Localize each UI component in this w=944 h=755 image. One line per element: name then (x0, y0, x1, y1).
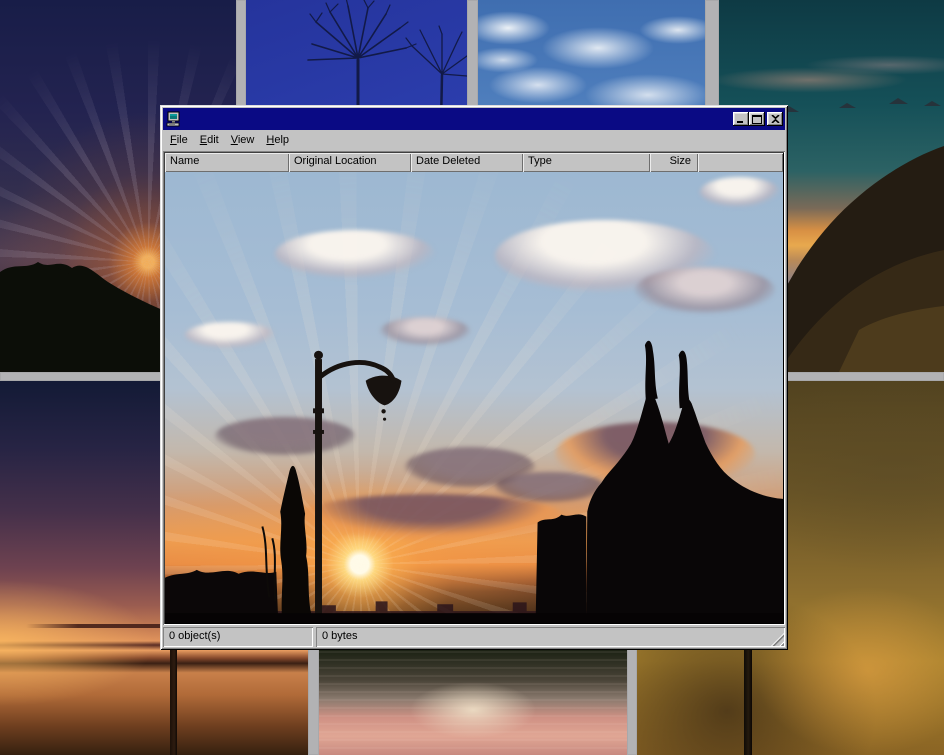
street-lamp-sunset-photo[interactable] (165, 172, 783, 623)
desktop: { "window": { "title_text": "", "titleba… (0, 0, 944, 755)
blur-pole-silhouette (744, 647, 752, 755)
menu-file[interactable]: File (164, 132, 194, 149)
menu-help[interactable]: Help (260, 132, 295, 149)
close-button[interactable] (767, 112, 783, 126)
column-header-type[interactable]: Type (523, 153, 650, 172)
tall-tree-spike (679, 351, 691, 409)
status-bytes: 0 bytes (316, 627, 785, 647)
computer-icon (166, 111, 182, 127)
maximize-button[interactable] (749, 112, 765, 126)
column-header-original-location[interactable]: Original Location (289, 153, 411, 172)
tall-tree-spike (645, 341, 658, 401)
cypress-tree (280, 466, 312, 623)
menu-bar: File Edit View Help (163, 130, 785, 151)
status-bar: 0 object(s) 0 bytes (163, 627, 785, 647)
file-list-view[interactable]: Name Original Location Date Deleted Type… (163, 151, 785, 625)
minimize-icon (736, 115, 746, 124)
column-header-size[interactable]: Size (650, 153, 698, 172)
street-lamp (313, 351, 401, 623)
lake-pole-silhouette (170, 647, 177, 755)
close-icon (771, 115, 780, 123)
status-objects: 0 object(s) (163, 627, 313, 647)
foreground-silhouettes (165, 172, 783, 623)
column-header-name[interactable]: Name (165, 153, 289, 172)
maximize-icon (752, 115, 762, 124)
right-tree-mass (586, 393, 783, 623)
recycle-bin-window: File Edit View Help Name Original Locati… (160, 105, 788, 650)
menu-view[interactable]: View (225, 132, 261, 149)
minimize-button[interactable] (733, 112, 749, 126)
resize-grip[interactable] (771, 633, 784, 646)
column-header-row: Name Original Location Date Deleted Type… (165, 153, 783, 172)
column-header-date-deleted[interactable]: Date Deleted (411, 153, 523, 172)
title-bar[interactable] (163, 108, 785, 130)
menu-edit[interactable]: Edit (194, 132, 225, 149)
right-bushes (536, 514, 587, 623)
column-header-filler[interactable] (698, 153, 783, 172)
foreground-ground (165, 613, 783, 623)
